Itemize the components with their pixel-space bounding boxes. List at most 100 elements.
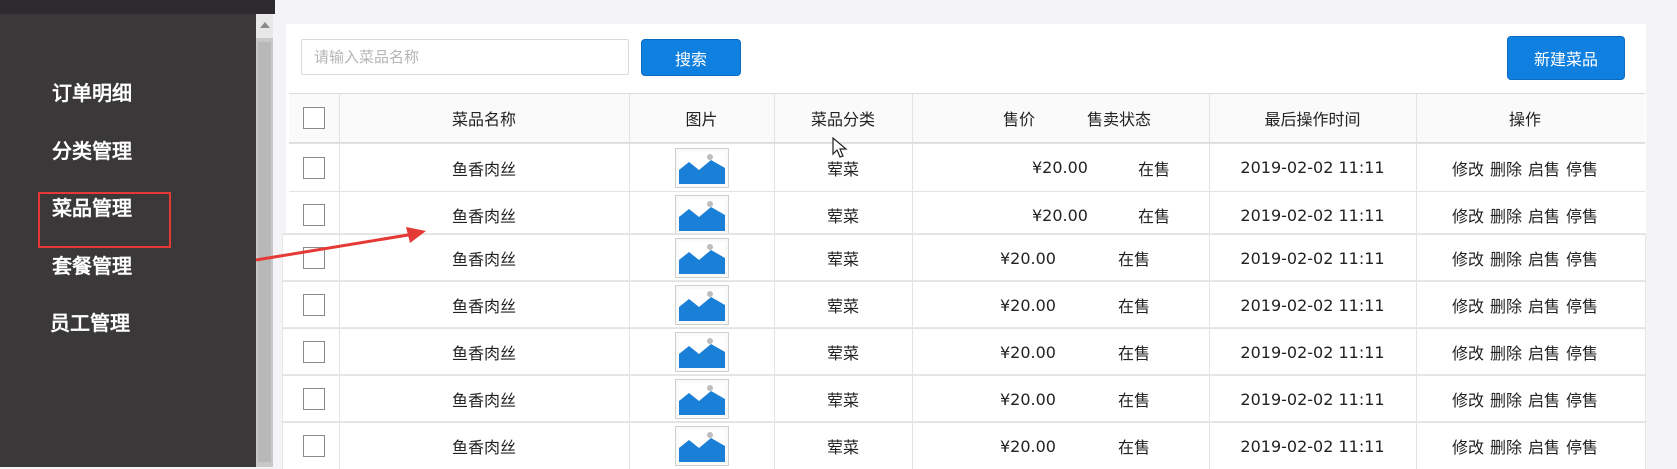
row-checkbox[interactable]: [303, 435, 325, 457]
dish-category: 荤菜: [826, 207, 859, 226]
image-placeholder-icon[interactable]: [674, 195, 729, 235]
dish-image-cell: [629, 423, 774, 469]
row-checkbox[interactable]: [303, 156, 325, 179]
row-action-link[interactable]: 启售: [1528, 156, 1560, 180]
row-action-link[interactable]: 停售: [1566, 434, 1598, 458]
dish-price: ¥20.00: [1032, 158, 1088, 177]
sidebar-item-setmeals[interactable]: 套餐管理: [52, 246, 132, 286]
last-operation-time: 2019-02-02 11:11: [1240, 295, 1385, 315]
scroll-up-button[interactable]: [256, 14, 273, 38]
header-name: 菜品名称: [451, 110, 516, 129]
row-checkbox[interactable]: [303, 204, 325, 226]
sidebar-item-employees[interactable]: 员工管理: [50, 303, 130, 343]
last-operation-time: 2019-02-02 11:11: [1240, 436, 1385, 456]
dish-category: 荤菜: [826, 438, 859, 457]
row-action-link[interactable]: 修改: [1452, 293, 1484, 317]
row-action-link[interactable]: 删除: [1490, 293, 1522, 317]
header-status: 售卖状态: [1086, 110, 1151, 129]
annotation-arrow-icon: [255, 227, 426, 262]
row-action-link[interactable]: 删除: [1490, 246, 1522, 270]
row-action-link[interactable]: 修改: [1452, 340, 1484, 364]
row-action-link[interactable]: 停售: [1566, 203, 1598, 227]
row-checkbox[interactable]: [303, 388, 325, 410]
dish-status: 在售: [1117, 250, 1150, 269]
row-action-link[interactable]: 删除: [1490, 203, 1522, 227]
last-operation-time: 2019-02-02 11:11: [1240, 205, 1385, 225]
dish-name: 鱼香肉丝: [451, 344, 516, 363]
dish-name: 鱼香肉丝: [451, 438, 516, 457]
dish-status: 在售: [1117, 438, 1150, 457]
header-image: 图片: [685, 110, 718, 129]
last-operation-time: 2019-02-02 11:11: [1240, 389, 1385, 409]
row-select-cell: [289, 329, 339, 375]
row-action-link[interactable]: 停售: [1566, 293, 1598, 317]
sidebar-item-orders[interactable]: 订单明细: [52, 73, 132, 113]
row-action-link[interactable]: 修改: [1452, 434, 1484, 458]
row-action-link[interactable]: 停售: [1566, 387, 1598, 411]
row-action-link[interactable]: 修改: [1452, 203, 1484, 227]
dish-image-cell: [629, 282, 774, 328]
row-action-link[interactable]: 修改: [1452, 156, 1484, 180]
row-actions: 修改 删除 启售 停售: [1416, 376, 1634, 422]
image-placeholder-icon[interactable]: [674, 332, 729, 372]
table-row: 鱼香肉丝 荤菜 ¥20.00 在售 2019-02-02 11:11 修改 删除启…: [283, 328, 1645, 375]
row-action-link[interactable]: 启售: [1528, 340, 1560, 364]
select-all-cell: [289, 94, 339, 142]
row-select-cell: [289, 376, 339, 422]
row-checkbox[interactable]: [303, 341, 325, 363]
dish-category: 荤菜: [826, 391, 859, 410]
image-placeholder-icon[interactable]: [674, 147, 729, 188]
row-actions: 修改 删除 启售 停售: [1416, 192, 1634, 238]
dish-image-cell: [629, 329, 774, 375]
select-all-checkbox[interactable]: [303, 107, 325, 129]
row-action-link[interactable]: 删除: [1490, 387, 1522, 411]
sidebar: 订单明细 分类管理 菜品管理 套餐管理 员工管理: [0, 14, 256, 467]
row-action-link[interactable]: 停售: [1566, 246, 1598, 270]
row-action-link[interactable]: 启售: [1528, 434, 1560, 458]
last-operation-time: 2019-02-02 11:11: [1240, 342, 1385, 362]
header-actions: 操作: [1508, 110, 1541, 129]
image-placeholder-icon[interactable]: [674, 426, 729, 466]
row-action-link[interactable]: 启售: [1528, 293, 1560, 317]
table-row: 鱼香肉丝 荤菜 ¥20.00 在售 2019-02-02 11:11 修改 删除启…: [283, 234, 1645, 281]
table-row: 鱼香肉丝 荤菜 ¥20.00 在售 2019-02-02 11:11 修改 删除启…: [283, 375, 1645, 422]
dish-price: ¥20.00: [1032, 205, 1088, 225]
row-actions: 修改 删除 启售 停售: [1416, 282, 1634, 328]
dish-category: 荤菜: [826, 250, 859, 269]
row-select-cell: [289, 423, 339, 469]
dish-price: ¥20.00: [1000, 342, 1056, 362]
dish-image-cell: [629, 192, 774, 238]
row-action-link[interactable]: 修改: [1452, 246, 1484, 270]
row-action-link[interactable]: 删除: [1490, 156, 1522, 180]
annotation-highlight-box: [38, 192, 171, 248]
image-placeholder-icon[interactable]: [674, 285, 729, 325]
new-dish-button[interactable]: 新建菜品: [1507, 36, 1625, 80]
dish-name: 鱼香肉丝: [451, 159, 516, 179]
dish-image-cell: [629, 376, 774, 422]
dish-price: ¥20.00: [1000, 295, 1056, 315]
table-header: 菜品名称 图片 菜品分类 售价 售卖状态 最后操作时间 操作: [289, 93, 1645, 143]
row-action-link[interactable]: 启售: [1528, 246, 1560, 270]
table-row: 鱼香肉丝 荤菜 ¥20.00 在售 2019-02-02 11:11 修改 删除启…: [283, 281, 1645, 328]
image-placeholder-icon[interactable]: [674, 379, 729, 419]
window-top-strip: [0, 0, 275, 14]
header-time: 最后操作时间: [1264, 110, 1361, 129]
row-action-link[interactable]: 启售: [1528, 387, 1560, 411]
sidebar-item-categories[interactable]: 分类管理: [52, 131, 132, 171]
row-action-link[interactable]: 启售: [1528, 203, 1560, 227]
row-action-link[interactable]: 停售: [1566, 156, 1598, 180]
row-action-link[interactable]: 删除: [1490, 340, 1522, 364]
dish-name: 鱼香肉丝: [451, 391, 516, 410]
row-checkbox[interactable]: [303, 294, 325, 316]
header-price: 售价: [1002, 110, 1035, 129]
row-action-link[interactable]: 修改: [1452, 387, 1484, 411]
image-placeholder-icon[interactable]: [674, 238, 729, 278]
search-input[interactable]: [301, 39, 629, 75]
row-action-link[interactable]: 删除: [1490, 434, 1522, 458]
row-select-cell: [289, 144, 339, 191]
row-actions: 修改 删除 启售 停售: [1416, 235, 1634, 281]
row-action-link[interactable]: 停售: [1566, 340, 1598, 364]
dish-status: 在售: [1117, 344, 1150, 363]
search-button[interactable]: 搜索: [641, 39, 741, 76]
dish-price: ¥20.00: [1000, 248, 1056, 268]
